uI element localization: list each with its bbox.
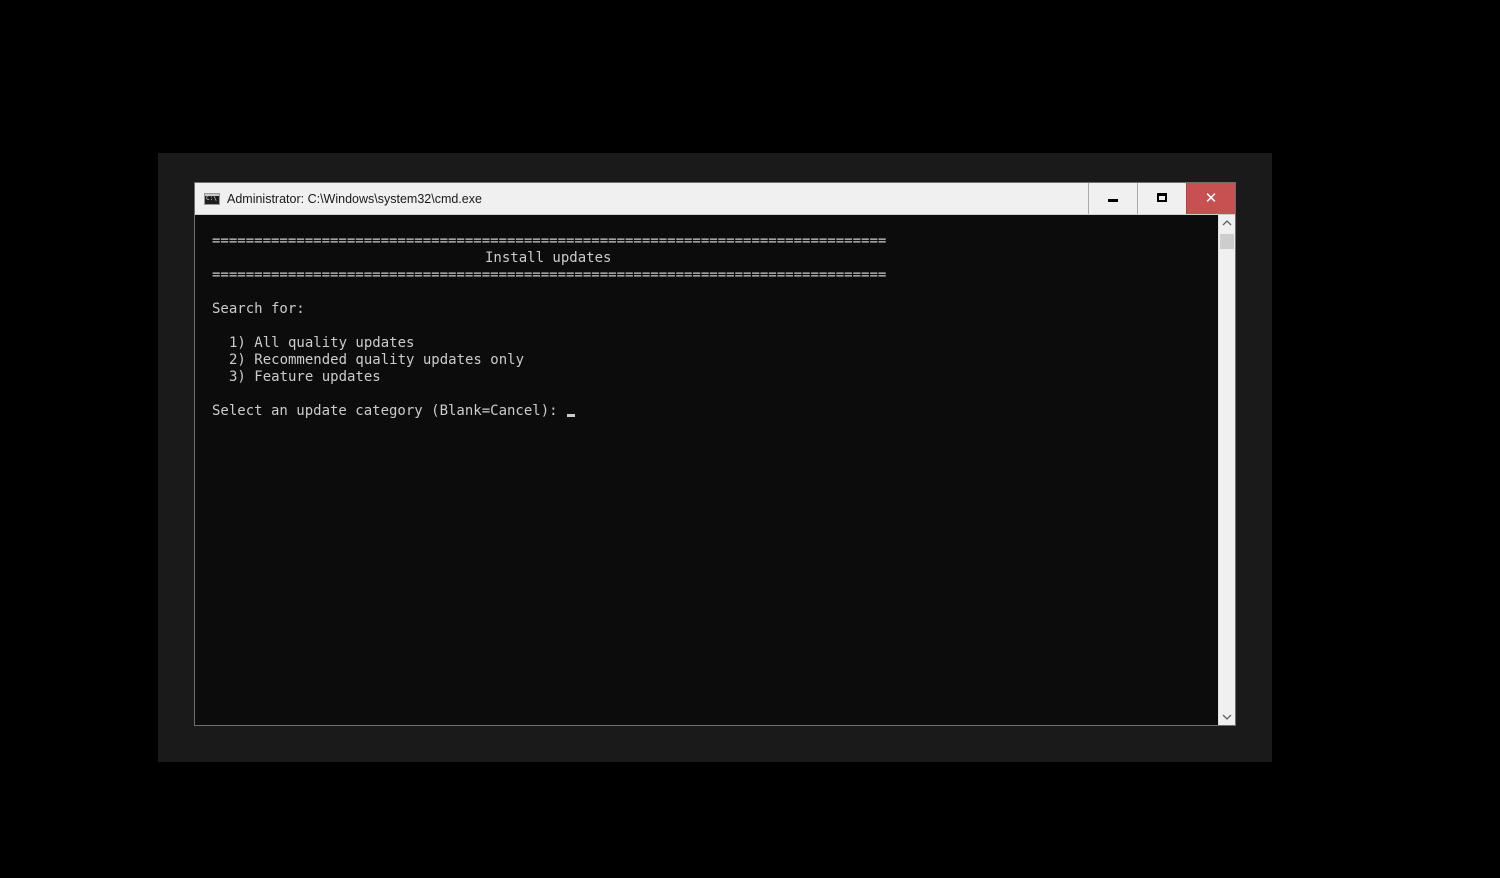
scroll-up-arrow-icon (1222, 220, 1232, 226)
search-label: Search for: (212, 301, 305, 317)
option-item-2: 2) Recommended quality updates only (229, 352, 525, 368)
cmd-window: Administrator: C:\Windows\system32\cmd.e… (194, 182, 1236, 726)
title-bar[interactable]: Administrator: C:\Windows\system32\cmd.e… (195, 183, 1235, 215)
option-item-3: 3) Feature updates (229, 369, 381, 385)
minimize-button[interactable] (1088, 183, 1137, 214)
scroll-down-arrow-icon (1222, 714, 1232, 720)
scroll-up-button[interactable] (1219, 215, 1235, 232)
scroll-down-button[interactable] (1219, 708, 1235, 725)
window-title: Administrator: C:\Windows\system32\cmd.e… (227, 192, 482, 206)
scroll-thumb[interactable] (1220, 234, 1234, 249)
close-button[interactable]: ✕ (1186, 183, 1235, 214)
separator-line-top: ========================================… (212, 233, 887, 249)
cmd-icon (204, 193, 220, 205)
prompt-line[interactable]: Select an update category (Blank=Cancel)… (212, 403, 576, 420)
option-item-1: 1) All quality updates (229, 335, 415, 351)
maximize-button[interactable] (1137, 183, 1186, 214)
minimize-icon (1108, 199, 1118, 202)
console-header: Install updates (485, 250, 612, 266)
separator-line-bottom: ========================================… (212, 267, 887, 283)
text-cursor (567, 414, 576, 417)
console-output[interactable]: ========================================… (195, 215, 1218, 725)
vertical-scrollbar[interactable] (1218, 215, 1235, 725)
maximize-icon (1157, 193, 1167, 202)
close-icon: ✕ (1204, 189, 1218, 207)
prompt-text: Select an update category (Blank=Cancel)… (212, 403, 567, 419)
